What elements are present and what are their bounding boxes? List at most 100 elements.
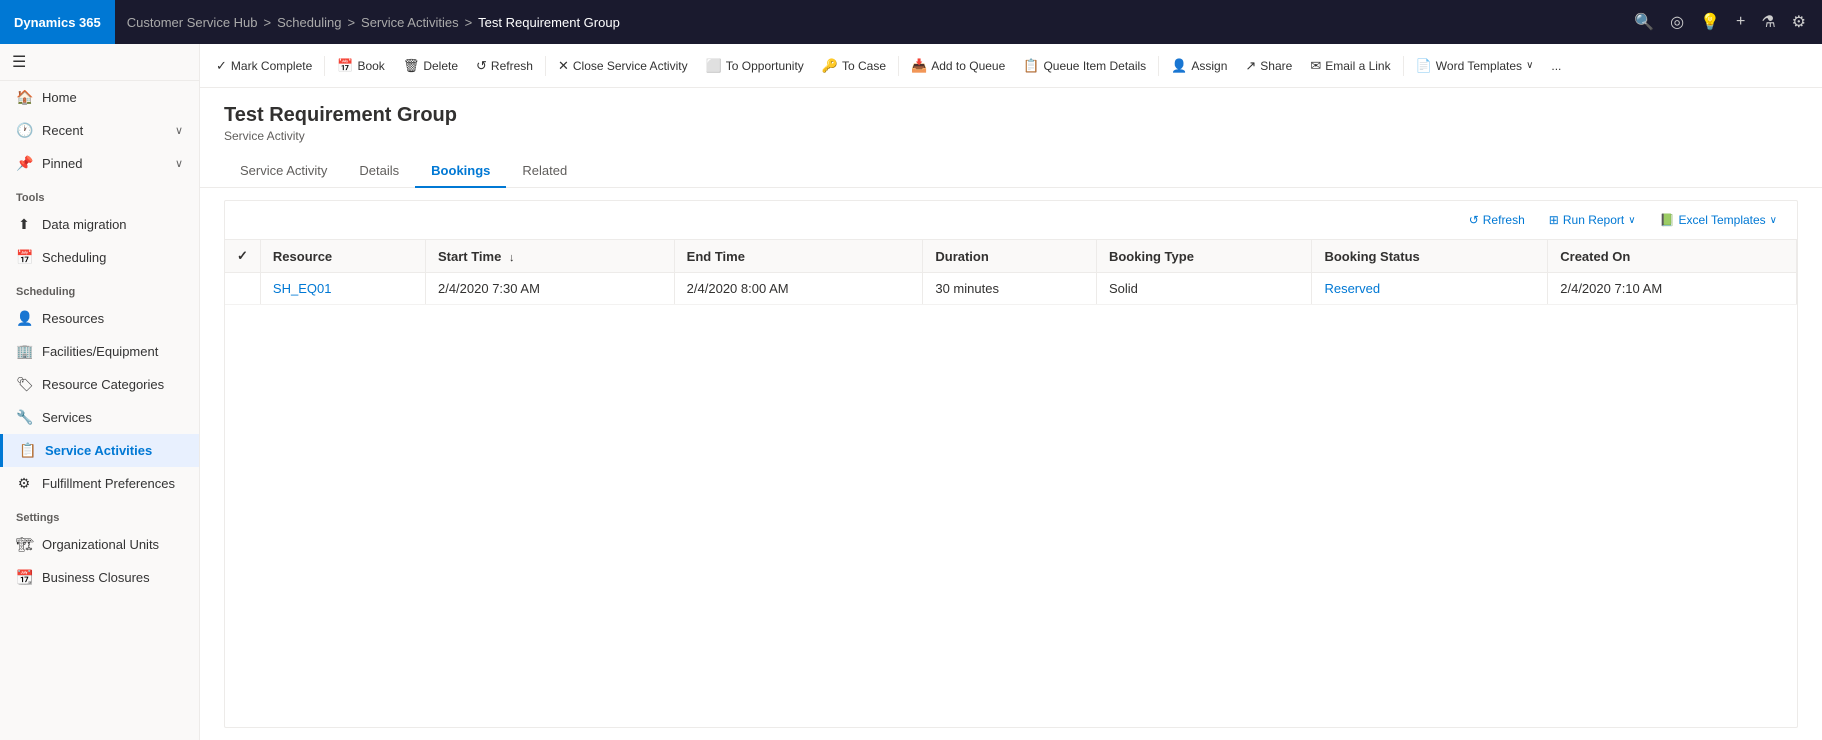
queue-item-details-button[interactable]: 📋 Queue Item Details — [1015, 54, 1154, 78]
word-templates-label: Word Templates — [1436, 59, 1522, 73]
col-resource-label: Resource — [273, 249, 332, 264]
scheduling-section-label: Scheduling — [0, 274, 199, 302]
excel-templates-button[interactable]: 📗 Excel Templates ∨ — [1652, 209, 1785, 231]
book-button[interactable]: 📅 Book — [329, 54, 393, 78]
sidebar-item-resources-label: Resources — [42, 311, 104, 326]
sidebar-item-fulfillment-label: Fulfillment Preferences — [42, 476, 175, 491]
sidebar-item-resource-categories[interactable]: 🏷 Resource Categories — [0, 368, 199, 401]
breadcrumb-app[interactable]: Customer Service Hub — [127, 15, 258, 30]
row-booking-status[interactable]: Reserved — [1312, 273, 1548, 305]
recent-icon: 🕐 — [16, 122, 32, 139]
row-duration: 30 minutes — [923, 273, 1097, 305]
sidebar-item-business-closures-label: Business Closures — [42, 570, 150, 585]
sidebar-item-home[interactable]: 🏠 Home — [0, 81, 199, 114]
sidebar-item-facilities[interactable]: 🏢 Facilities/Equipment — [0, 335, 199, 368]
to-case-button[interactable]: 🔑 To Case — [814, 54, 894, 78]
sidebar-item-resources[interactable]: 👤 Resources — [0, 302, 199, 335]
settings-icon[interactable]: ⚙ — [1792, 12, 1806, 32]
add-icon[interactable]: + — [1736, 13, 1745, 31]
to-opportunity-button[interactable]: ⬜ To Opportunity — [698, 54, 812, 78]
content-area: ✓ Mark Complete 📅 Book 🗑 Delete ↺ Refres… — [200, 44, 1822, 740]
brand-logo[interactable]: Dynamics 365 — [0, 0, 115, 44]
col-start-time[interactable]: Start Time ↓ — [425, 240, 674, 273]
run-report-label: Run Report — [1563, 213, 1624, 227]
row-booking-type: Solid — [1096, 273, 1312, 305]
row-start-time: 2/4/2020 7:30 AM — [425, 273, 674, 305]
sidebar-item-data-migration-label: Data migration — [42, 217, 127, 232]
tab-details[interactable]: Details — [343, 155, 415, 188]
col-booking-status[interactable]: Booking Status — [1312, 240, 1548, 273]
col-duration[interactable]: Duration — [923, 240, 1097, 273]
table-refresh-button[interactable]: ↺ Refresh — [1461, 209, 1533, 231]
tab-service-activity[interactable]: Service Activity — [224, 155, 343, 188]
case-icon: 🔑 — [822, 58, 838, 74]
facilities-icon: 🏢 — [16, 343, 32, 360]
breadcrumb-sub[interactable]: Service Activities — [361, 15, 459, 30]
delete-button[interactable]: 🗑 Delete — [395, 54, 466, 78]
org-units-icon: 🏗 — [16, 536, 32, 553]
breadcrumb-section[interactable]: Scheduling — [277, 15, 341, 30]
hamburger-icon[interactable]: ☰ — [12, 54, 26, 71]
sidebar-item-scheduling-label: Scheduling — [42, 250, 106, 265]
row-resource[interactable]: SH_EQ01 — [260, 273, 425, 305]
sidebar-item-home-label: Home — [42, 90, 77, 105]
tab-bookings[interactable]: Bookings — [415, 155, 506, 188]
col-end-time-label: End Time — [687, 249, 745, 264]
divider — [898, 56, 899, 76]
home-icon: 🏠 — [16, 89, 32, 106]
sidebar-item-service-activities-label: Service Activities — [45, 443, 152, 458]
excel-chevron-icon: ∨ — [1770, 215, 1777, 226]
col-end-time[interactable]: End Time — [674, 240, 923, 273]
sidebar-item-scheduling[interactable]: 📅 Scheduling — [0, 241, 199, 274]
sidebar-item-data-migration[interactable]: ⬆ Data migration — [0, 208, 199, 241]
mark-complete-label: Mark Complete — [231, 59, 312, 73]
page-subtitle: Service Activity — [224, 129, 1798, 143]
check-icon: ✓ — [216, 58, 227, 74]
table-scroll: ✓ Resource Start Time ↓ End Time — [225, 240, 1797, 727]
run-report-button[interactable]: ⊞ Run Report ∨ — [1541, 209, 1644, 231]
help-icon[interactable]: 💡 — [1700, 12, 1720, 32]
email-link-button[interactable]: ✉ Email a Link — [1302, 54, 1398, 78]
add-to-queue-button[interactable]: 📥 Add to Queue — [903, 54, 1013, 78]
sidebar-item-recent[interactable]: 🕐 Recent ∨ — [0, 114, 199, 147]
sidebar-item-pinned[interactable]: 📌 Pinned ∨ — [0, 147, 199, 180]
refresh-icon: ↺ — [476, 58, 487, 74]
close-service-activity-label: Close Service Activity — [573, 59, 688, 73]
col-check-label: ✓ — [237, 248, 248, 263]
toolbar: ✓ Mark Complete 📅 Book 🗑 Delete ↺ Refres… — [200, 44, 1822, 88]
col-resource[interactable]: Resource — [260, 240, 425, 273]
share-button[interactable]: ↗ Share — [1237, 54, 1300, 78]
sidebar-item-business-closures[interactable]: 📆 Business Closures — [0, 561, 199, 594]
search-icon[interactable]: 🔍 — [1634, 12, 1654, 32]
top-nav: Dynamics 365 Customer Service Hub > Sche… — [0, 0, 1822, 44]
tab-related[interactable]: Related — [506, 155, 583, 188]
chevron-down-icon: ∨ — [175, 157, 183, 170]
row-created-on: 2/4/2020 7:10 AM — [1548, 273, 1797, 305]
business-closures-icon: 📆 — [16, 569, 32, 586]
sidebar-item-org-units[interactable]: 🏗 Organizational Units — [0, 528, 199, 561]
queue-item-details-label: Queue Item Details — [1043, 59, 1146, 73]
filter-icon[interactable]: ⚗ — [1761, 12, 1775, 32]
refresh-button[interactable]: ↺ Refresh — [468, 54, 541, 78]
sidebar-item-service-activities[interactable]: 📋 Service Activities — [0, 434, 199, 467]
email-link-label: Email a Link — [1325, 59, 1390, 73]
divider — [324, 56, 325, 76]
more-button[interactable]: ... — [1543, 55, 1569, 77]
word-templates-button[interactable]: 📄 Word Templates ∨ — [1408, 54, 1542, 78]
sidebar-item-recent-label: Recent — [42, 123, 83, 138]
run-report-chevron-icon: ∨ — [1628, 215, 1635, 226]
breadcrumb-current: Test Requirement Group — [478, 15, 620, 30]
close-service-activity-button[interactable]: ✕ Close Service Activity — [550, 54, 696, 78]
target-icon[interactable]: ◎ — [1670, 12, 1684, 32]
sidebar-item-services[interactable]: 🔧 Services — [0, 401, 199, 434]
mark-complete-button[interactable]: ✓ Mark Complete — [208, 54, 320, 78]
sidebar: ☰ 🏠 Home 🕐 Recent ∨ 📌 Pinned ∨ Tools ⬆ D… — [0, 44, 200, 740]
col-created-on[interactable]: Created On — [1548, 240, 1797, 273]
assign-icon: 👤 — [1171, 58, 1187, 74]
assign-button[interactable]: 👤 Assign — [1163, 54, 1235, 78]
row-check[interactable] — [225, 273, 260, 305]
col-booking-type[interactable]: Booking Type — [1096, 240, 1312, 273]
divider — [545, 56, 546, 76]
sidebar-item-fulfillment[interactable]: ⚙ Fulfillment Preferences — [0, 467, 199, 500]
col-check[interactable]: ✓ — [225, 240, 260, 273]
